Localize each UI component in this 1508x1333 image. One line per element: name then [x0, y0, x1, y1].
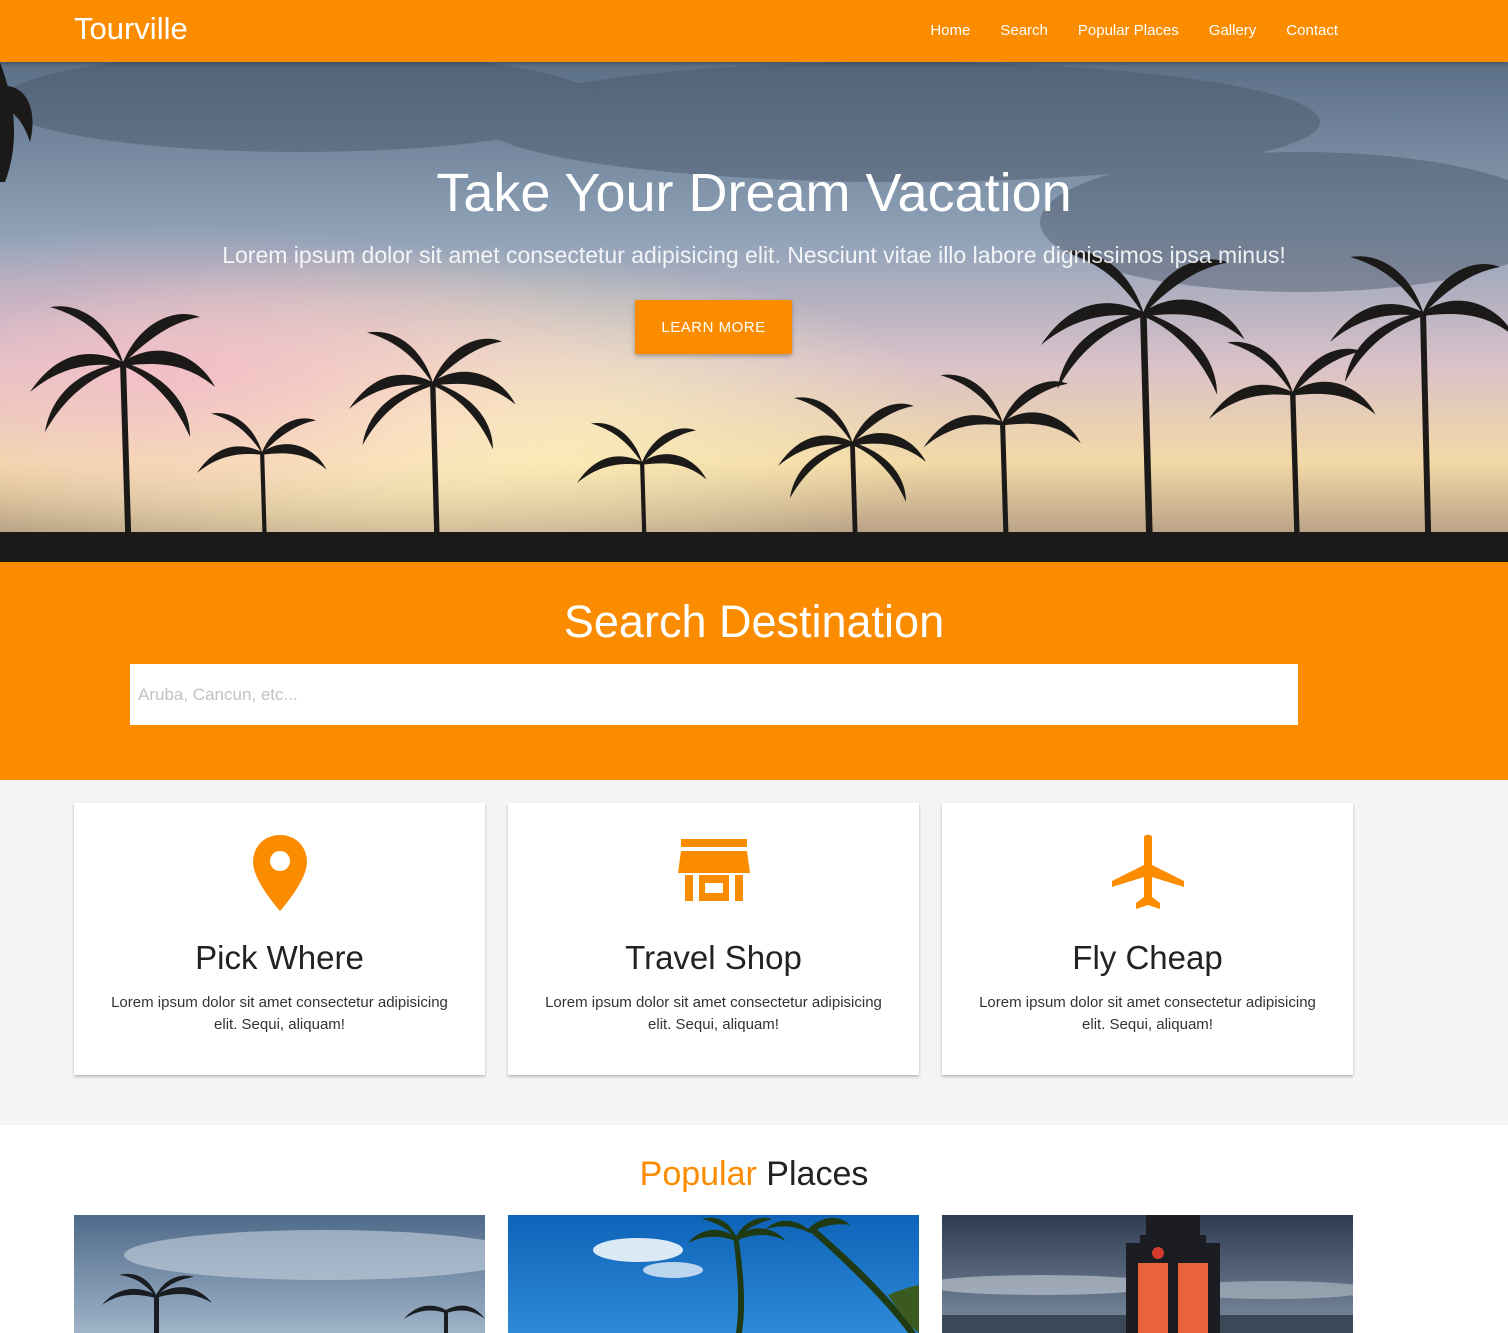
nav-link-search[interactable]: Search — [985, 0, 1063, 62]
nav-link-popular-places[interactable]: Popular Places — [1063, 0, 1194, 62]
feature-title: Pick Where — [195, 939, 364, 976]
feature-text: Lorem ipsum dolor sit amet consectetur a… — [111, 994, 448, 1033]
feature-card-fly-cheap: Fly Cheap Lorem ipsum dolor sit amet con… — [942, 803, 1353, 1075]
airplane-icon — [942, 833, 1353, 913]
popular-title-rest: Places — [766, 1155, 869, 1193]
navbar: Tourville Home Search Popular Places Gal… — [0, 0, 1508, 62]
feature-title: Travel Shop — [625, 939, 802, 976]
feature-card-travel-shop: Travel Shop Lorem ipsum dolor sit amet c… — [508, 803, 919, 1075]
place-image-3[interactable] — [942, 1215, 1353, 1333]
nav-link-gallery[interactable]: Gallery — [1194, 0, 1272, 62]
popular-places-title: Popular Places — [0, 1155, 1508, 1194]
nav-links: Home Search Popular Places Gallery Conta… — [915, 0, 1353, 62]
feature-text: Lorem ipsum dolor sit amet consectetur a… — [545, 994, 882, 1033]
features-section: Pick Where Lorem ipsum dolor sit amet co… — [0, 780, 1508, 1125]
hero-subtitle: Lorem ipsum dolor sit amet consectetur a… — [222, 242, 1286, 268]
popular-title-accent: Popular — [639, 1155, 757, 1193]
search-title: Search Destination — [563, 596, 945, 647]
feature-card-pick-where: Pick Where Lorem ipsum dolor sit amet co… — [74, 803, 485, 1075]
hero-section: Take Your Dream Vacation Lorem ipsum dol… — [0, 62, 1508, 562]
nav-link-home[interactable]: Home — [915, 0, 985, 62]
hero-title: Take Your Dream Vacation — [436, 163, 1072, 223]
place-image-2[interactable] — [508, 1215, 919, 1333]
search-input[interactable] — [130, 664, 1298, 725]
feature-title: Fly Cheap — [1072, 939, 1223, 976]
brand-logo[interactable]: Tourville — [74, 11, 188, 47]
nav-link-contact[interactable]: Contact — [1271, 0, 1353, 62]
learn-more-button[interactable]: LEARN MORE — [635, 300, 792, 354]
search-section: Search Destination — [0, 562, 1508, 780]
feature-text: Lorem ipsum dolor sit amet consectetur a… — [979, 994, 1316, 1033]
place-image-1[interactable] — [74, 1215, 485, 1333]
popular-places-section: Popular Places — [0, 1125, 1508, 1333]
store-icon — [508, 833, 919, 913]
map-pin-icon — [74, 833, 485, 913]
